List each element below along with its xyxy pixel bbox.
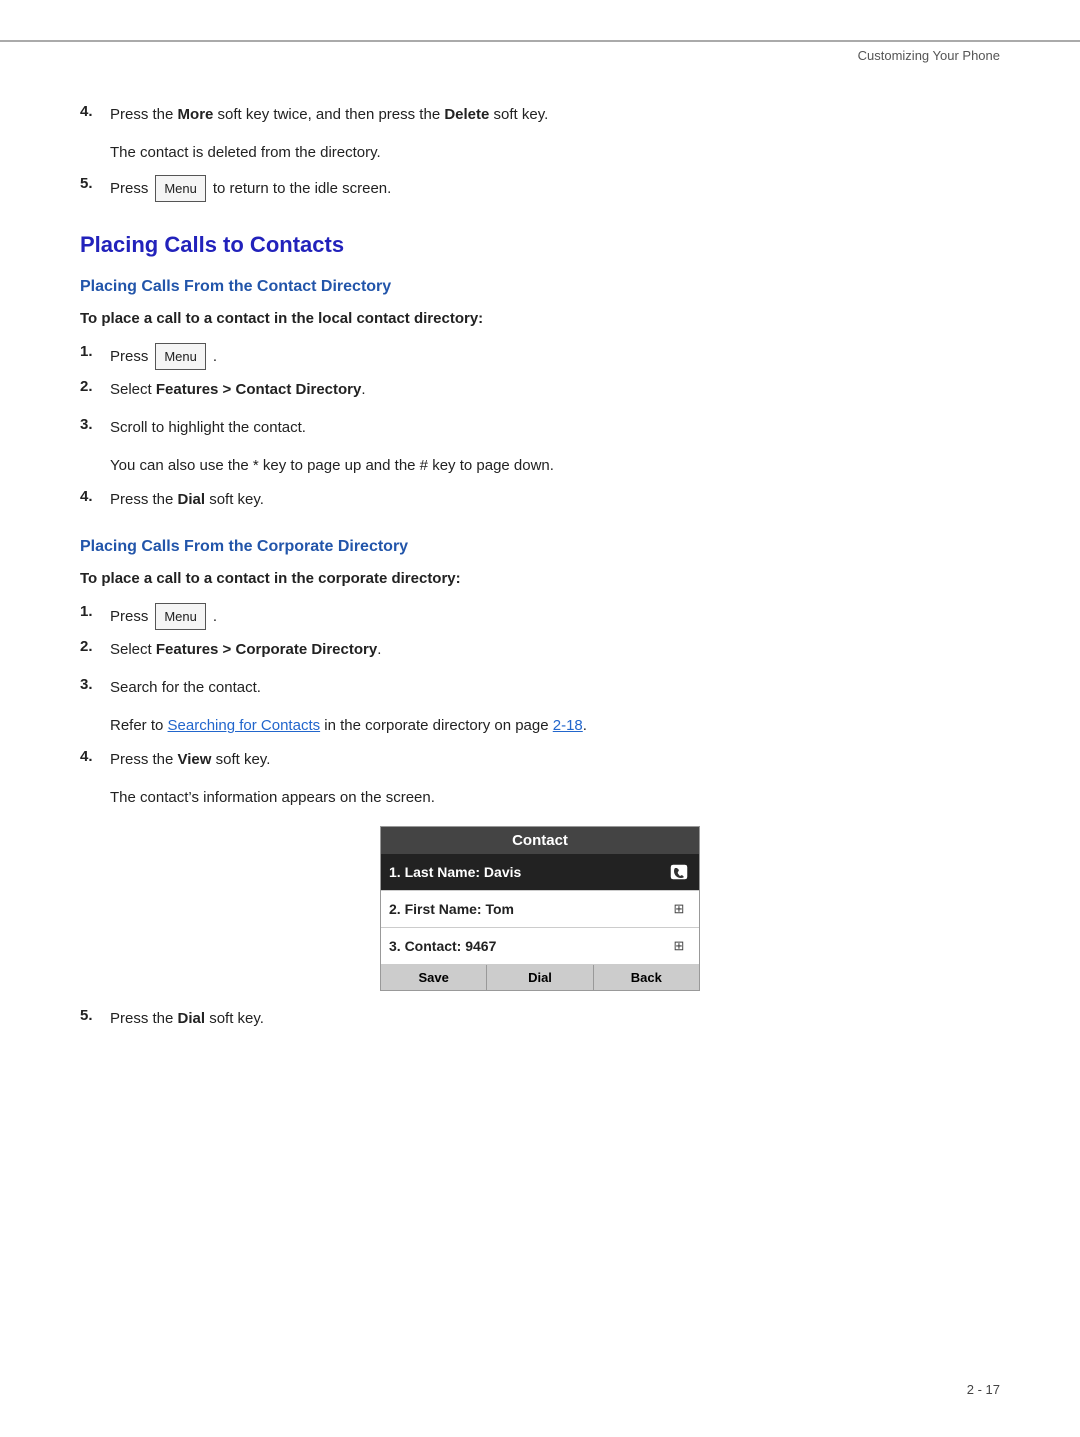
step4-text: Press the More soft key twice, and then … xyxy=(110,103,1000,127)
sub2-s5-content: Press the Dial soft key. xyxy=(110,1007,1000,1037)
sub1-s3-subtext: You can also use the * key to page up an… xyxy=(110,454,1000,478)
dial-button[interactable]: Dial xyxy=(487,965,593,990)
grid-icon-2: ⊞ xyxy=(667,934,691,958)
sub2-s5-num: 5. xyxy=(80,1007,110,1024)
sub2-s3-subtext: Refer to Searching for Contacts in the c… xyxy=(110,714,1000,738)
step4-content: Press the More soft key twice, and then … xyxy=(110,103,1000,133)
sub2-step1: 1. Press Menu . xyxy=(80,603,1000,630)
sub2-instruction: To place a call to a contact in the corp… xyxy=(80,568,1000,591)
contact-row-1-text: 1. Last Name: Davis xyxy=(389,864,667,880)
sub-section-contact-dir: Placing Calls From the Contact Directory… xyxy=(80,278,1000,518)
sub-section-corp-dir: Placing Calls From the Corporate Directo… xyxy=(80,538,1000,1037)
sub1-s1-num: 1. xyxy=(80,343,110,360)
contact-screen-title: Contact xyxy=(381,827,699,854)
menu-button-sub1-s1[interactable]: Menu xyxy=(155,343,206,370)
sub1-instruction: To place a call to a contact in the loca… xyxy=(80,308,1000,331)
sub2-s2-content: Select Features > Corporate Directory. xyxy=(110,638,1000,668)
contact-screen-footer: Save Dial Back xyxy=(381,965,699,990)
sub1-s3-num: 3. xyxy=(80,416,110,433)
page-link[interactable]: 2-18 xyxy=(553,717,583,734)
sub2-s4-num: 4. xyxy=(80,748,110,765)
sub2-s4-subtext: The contact’s information appears on the… xyxy=(110,786,1000,810)
step5-press-line: Press Menu to return to the idle screen. xyxy=(110,175,1000,202)
sub2-step2: 2. Select Features > Corporate Directory… xyxy=(80,638,1000,668)
sub1-heading: Placing Calls From the Contact Directory xyxy=(80,278,1000,296)
content-area: 4. Press the More soft key twice, and th… xyxy=(0,63,1080,1105)
phone-icon xyxy=(667,860,691,884)
sub2-s1-content: Press Menu . xyxy=(110,603,1000,630)
menu-button-sub2-s1[interactable]: Menu xyxy=(155,603,206,630)
sub1-step3: 3. Scroll to highlight the contact. xyxy=(80,416,1000,446)
sub1-step4: 4. Press the Dial soft key. xyxy=(80,488,1000,518)
sub1-s1-content: Press Menu . xyxy=(110,343,1000,370)
top-step4: 4. Press the More soft key twice, and th… xyxy=(80,103,1000,133)
step5-content: Press Menu to return to the idle screen. xyxy=(110,175,1000,202)
contact-row-1: 1. Last Name: Davis xyxy=(381,854,699,891)
sub1-s2-num: 2. xyxy=(80,378,110,395)
searching-contacts-link[interactable]: Searching for Contacts xyxy=(168,717,321,734)
sub1-s1-press: Press Menu . xyxy=(110,343,1000,370)
header-label: Customizing Your Phone xyxy=(0,42,1080,63)
sub2-step4: 4. Press the View soft key. xyxy=(80,748,1000,778)
sub2-s1-num: 1. xyxy=(80,603,110,620)
sub2-s1-press: Press Menu . xyxy=(110,603,1000,630)
contact-row-2: 2. First Name: Tom ⊞ xyxy=(381,891,699,928)
back-button[interactable]: Back xyxy=(594,965,699,990)
sub2-step5: 5. Press the Dial soft key. xyxy=(80,1007,1000,1037)
sub2-s3-content: Search for the contact. xyxy=(110,676,1000,706)
menu-button-top[interactable]: Menu xyxy=(155,175,206,202)
grid-icon-1: ⊞ xyxy=(667,897,691,921)
sub1-s4-content: Press the Dial soft key. xyxy=(110,488,1000,518)
contact-row-2-text: 2. First Name: Tom xyxy=(389,901,667,917)
top-section: 4. Press the More soft key twice, and th… xyxy=(80,103,1000,202)
step4-subtext: The contact is deleted from the director… xyxy=(110,141,1000,165)
sub1-s3-content: Scroll to highlight the contact. xyxy=(110,416,1000,446)
contact-row-3: 3. Contact: 9467 ⊞ xyxy=(381,928,699,965)
sub2-s2-num: 2. xyxy=(80,638,110,655)
sub1-step2: 2. Select Features > Contact Directory. xyxy=(80,378,1000,408)
sub1-step1: 1. Press Menu . xyxy=(80,343,1000,370)
sub2-s3-num: 3. xyxy=(80,676,110,693)
contact-screen: Contact 1. Last Name: Davis 2. First Nam… xyxy=(380,826,700,991)
step4-number: 4. xyxy=(80,103,110,120)
page-number: 2 - 17 xyxy=(967,1382,1000,1397)
step5-number: 5. xyxy=(80,175,110,192)
contact-row-3-text: 3. Contact: 9467 xyxy=(389,938,667,954)
sub1-s4-num: 4. xyxy=(80,488,110,505)
save-button[interactable]: Save xyxy=(381,965,487,990)
sub2-step3: 3. Search for the contact. xyxy=(80,676,1000,706)
sub2-s4-content: Press the View soft key. xyxy=(110,748,1000,778)
sub1-s2-content: Select Features > Contact Directory. xyxy=(110,378,1000,408)
sub2-heading: Placing Calls From the Corporate Directo… xyxy=(80,538,1000,556)
section-title: Placing Calls to Contacts xyxy=(80,232,1000,258)
top-step5: 5. Press Menu to return to the idle scre… xyxy=(80,175,1000,202)
